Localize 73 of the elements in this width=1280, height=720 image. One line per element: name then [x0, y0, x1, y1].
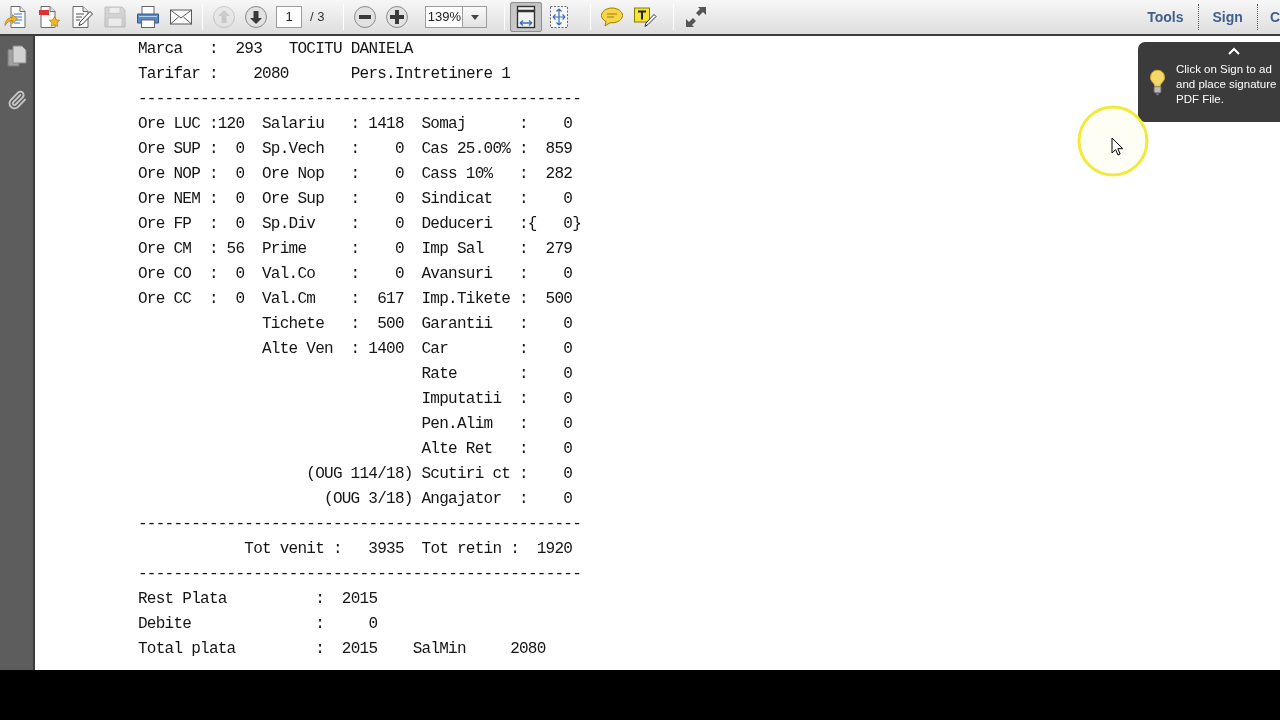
report-summary-line: Total plata : 2015 — [138, 638, 378, 660]
report-field: Ore CC : 0 — [138, 286, 245, 311]
report-field: Imputatii : 0 — [421, 386, 573, 411]
report-summary-line: Rest Plata : 2015 — [138, 588, 378, 610]
report-field: Deduceri :{ 0} — [421, 211, 581, 236]
dashed-separator-line: -------------------------------------------------- — [138, 563, 582, 585]
report-field: Car : 0 — [421, 336, 573, 361]
zoom-dropdown-button[interactable] — [463, 6, 488, 28]
plus-icon — [385, 5, 410, 29]
report-field: Tichete : 500 — [262, 311, 404, 336]
report-field: Salariu : 1418 — [262, 111, 404, 136]
report-field: Val.Cm : 617 — [262, 286, 404, 311]
report-field: Ore NEM : 0 — [138, 186, 245, 211]
page-count: / 3 — [310, 8, 325, 27]
report-field: Ore CM : 56 — [138, 236, 245, 261]
report-field: Imp Sal : 279 — [421, 236, 573, 261]
report-field: Sp.Vech : 0 — [262, 136, 404, 161]
report-field: Ore LUC :120 — [138, 111, 245, 136]
report-total: Tot retin : 1920 — [421, 538, 573, 560]
report-field: Ore CO : 0 — [138, 261, 245, 286]
dashed-separator-line: -------------------------------------------------- — [138, 513, 582, 535]
report-total: Tot venit : 3935 — [244, 538, 404, 560]
report-field: Pen.Alim : 0 — [421, 411, 573, 436]
dashed-separator-line: -------------------------------------------------- — [138, 88, 582, 110]
document-arrow-icon — [4, 5, 28, 29]
report-field: Alte Ret : 0 — [421, 436, 573, 461]
report-note: (OUG 114/18) — [306, 463, 413, 485]
report-field: Rate : 0 — [421, 361, 573, 386]
report-field: Ore Sup : 0 — [262, 186, 404, 211]
expand-arrows-icon — [684, 5, 709, 29]
report-note: (OUG 3/18) — [324, 488, 413, 510]
report-field: Cass 10% : 282 — [421, 161, 573, 186]
report-field: Ore FP : 0 — [138, 211, 245, 236]
report-field: Cas 25.00% : 859 — [421, 136, 573, 161]
report-field: Angajator : 0 — [421, 486, 573, 511]
report-field: SalMin 2080 — [412, 636, 546, 661]
cursor-highlight-icon — [1077, 105, 1149, 177]
chevron-up-icon[interactable] — [1228, 47, 1240, 55]
report-field: Ore NOP : 0 — [138, 161, 245, 186]
pages-icon — [6, 45, 27, 67]
document-pen-icon — [70, 5, 94, 29]
zoom-field[interactable]: 139% — [425, 6, 464, 28]
caret-icon — [470, 14, 479, 20]
report-field: Sp.Div : 0 — [262, 211, 404, 236]
report-field: Garantii : 0 — [421, 311, 573, 336]
report-field: Ore SUP : 0 — [138, 136, 245, 161]
page-number-field[interactable]: 1 — [276, 6, 302, 28]
panel-link[interactable]: Sign — [1198, 6, 1257, 28]
report-field: Val.Co : 0 — [262, 261, 404, 286]
report-field: Somaj : 0 — [421, 111, 573, 136]
mouse-pointer-icon — [1111, 137, 1123, 156]
report-header-text: Marca : 293 TOCITU DANIELA — [138, 38, 413, 60]
panel-link[interactable]: C — [1257, 6, 1280, 28]
report-field: Scutiri ct : 0 — [421, 461, 573, 486]
report-field: Ore Nop : 0 — [262, 161, 404, 186]
pages-panel-button[interactable] — [5, 44, 28, 68]
report-summary-line: Debite : 0 — [138, 613, 378, 635]
report-field: Sindicat : 0 — [421, 186, 573, 211]
panel-link[interactable]: Tools — [1133, 6, 1198, 28]
lightbulb-icon — [1149, 69, 1166, 96]
report-field: Prime : 0 — [262, 236, 404, 261]
report-field: Imp.Tikete : 500 — [421, 286, 573, 311]
speech-bubble-icon — [600, 5, 625, 29]
paperclip-icon — [6, 90, 27, 110]
report-field: Alte Ven : 1400 — [262, 336, 404, 361]
report-header-text: Tarifar : 2080 Pers.Intretinere 1 — [138, 63, 511, 85]
text-highlight-icon — [633, 5, 658, 29]
fit-page-button[interactable] — [510, 2, 543, 32]
sign-tip-text: Click on Sign to ad and place signature PDF File. — [1176, 62, 1277, 107]
minus-icon — [353, 5, 378, 29]
document-star-icon — [37, 5, 61, 29]
report-field: Avansuri : 0 — [421, 261, 573, 286]
printer-icon — [136, 5, 160, 29]
